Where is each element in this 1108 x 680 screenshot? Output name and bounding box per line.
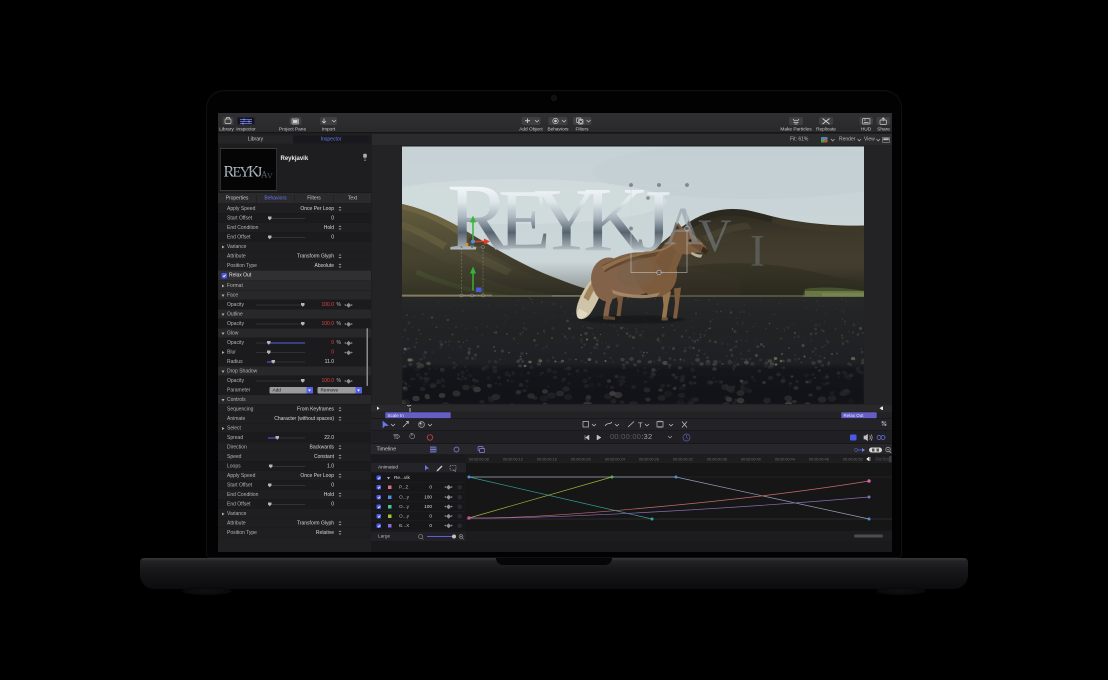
svg-text:V: V	[698, 211, 732, 262]
svg-text:I: I	[750, 226, 765, 276]
svg-text:T: T	[638, 421, 643, 430]
svg-text:V: V	[267, 172, 273, 181]
